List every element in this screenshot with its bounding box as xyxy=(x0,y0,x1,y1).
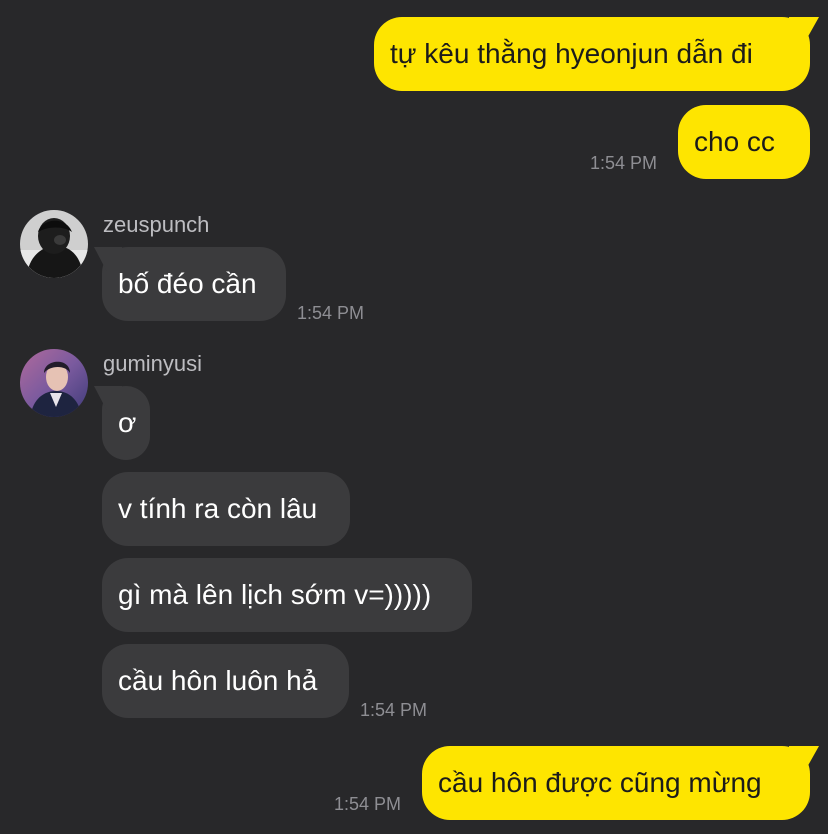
outgoing-message-bubble[interactable]: cho cc xyxy=(678,105,810,179)
message-timestamp: 1:54 PM xyxy=(334,794,402,814)
incoming-message-bubble[interactable]: cầu hôn luôn hả xyxy=(102,644,349,718)
incoming-message-bubble[interactable]: gì mà lên lịch sớm v=))))) xyxy=(102,558,472,632)
incoming-message-bubble[interactable]: ơ xyxy=(102,386,150,460)
profile-photo-suit-icon xyxy=(20,349,88,417)
avatar[interactable] xyxy=(20,210,88,278)
avatar[interactable] xyxy=(20,349,88,417)
sender-name: zeuspunch xyxy=(103,212,210,237)
incoming-message-bubble[interactable]: v tính ra còn lâu xyxy=(102,472,350,546)
message-timestamp: 1:54 PM xyxy=(360,700,428,720)
sender-name: guminyusi xyxy=(103,351,203,376)
incoming-message-bubble[interactable]: bố đéo cần xyxy=(102,247,286,321)
outgoing-message-bubble[interactable]: tự kêu thằng hyeonjun dẫn đi xyxy=(374,17,810,91)
message-timestamp: 1:54 PM xyxy=(590,153,658,173)
outgoing-message-bubble[interactable]: cầu hôn được cũng mừng xyxy=(422,746,810,820)
profile-photo-dark-icon xyxy=(20,210,88,278)
message-timestamp: 1:54 PM xyxy=(297,303,365,323)
